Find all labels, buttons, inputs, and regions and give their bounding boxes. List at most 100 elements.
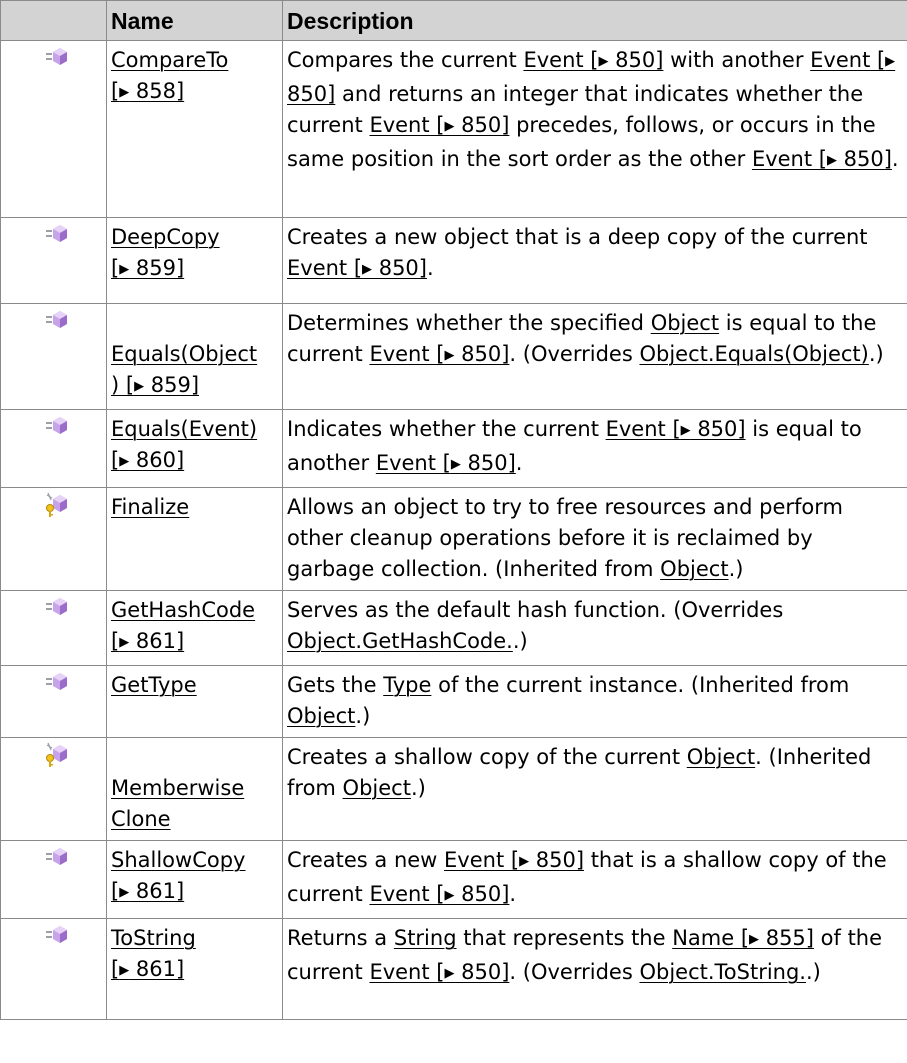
public-method-icon [46,48,67,65]
link-text: Event [ [810,48,886,72]
desc-text: . [515,451,523,475]
name-cell: Memberwise Clone [106,737,283,841]
table-row: Equals(Event) [▶ 860] Indicates whether t… [0,409,907,488]
table-row: GetHashCode [▶ 861] Serves as the default… [0,590,907,666]
page-arrow-icon: ▶ [119,635,130,650]
object-gethashcode-link[interactable]: Object.GetHashCode. [287,629,513,653]
name-link[interactable]: Name [▶ 855] [672,926,814,950]
table-row: Memberwise Clone Creates a shallow copy o… [0,737,907,841]
name-cell: GetType [106,665,283,738]
desc-text: Compares the current [287,48,524,72]
page-ref: 850] [454,882,510,906]
page-ref: 860] [129,448,185,472]
object-link[interactable]: Object [287,704,355,728]
member-link-compareto[interactable]: CompareTo [▶ 858] [111,48,228,103]
page-arrow-icon: ▶ [885,54,896,69]
member-link-equals-event[interactable]: Equals(Event) [▶ 860] [111,417,257,472]
page-ref: 850] [690,417,746,441]
event-link[interactable]: Event [▶ 850] [369,882,509,906]
event-link[interactable]: Event [▶ 850] [369,342,509,366]
member-link-gettype[interactable]: GetType [111,673,197,697]
object-link[interactable]: Object [651,311,719,335]
type-link[interactable]: Type [383,673,431,697]
protected-method-icon [45,742,68,768]
desc-text: Allows an object to try to free resource… [287,495,843,581]
desc-text: Determines whether the specified [287,311,651,335]
page-ref: 850] [460,451,516,475]
page-ref-open: [ [111,448,120,472]
icon-cell [0,918,107,1020]
public-method-icon [46,417,67,434]
event-link[interactable]: Event [▶ 850] [376,451,516,475]
table-row: ToString [▶ 861] Returns a String that re… [0,918,907,1020]
object-link[interactable]: Object [687,745,755,769]
object-equals-link[interactable]: Object.Equals(Object) [639,342,868,366]
icon-cell [0,217,107,304]
event-link[interactable]: Event [▶ 850] [369,113,509,137]
page-ref: 850] [372,256,427,280]
name-cell: Equals(Object) [▶ 859] [106,303,283,410]
member-link-gethashcode[interactable]: GetHashCode [▶ 861] [111,598,255,653]
desc-text: . (Overrides [509,960,640,984]
description-cell: Returns a String that represents the Nam… [282,918,907,1020]
member-link-shallowcopy[interactable]: ShallowCopy [▶ 861] [111,848,245,903]
description-cell: Compares the current Event [▶ 850] with … [282,40,907,218]
page-ref: 850] [454,113,510,137]
desc-text: .) [410,776,426,800]
page-arrow-icon: ▶ [519,854,530,869]
page-ref-open: [ [111,957,120,981]
description-cell: Creates a new Event [▶ 850] that is a sh… [282,840,907,919]
link-text: CompareTo [111,48,229,72]
link-text: Memberwise [111,776,245,800]
page-arrow-icon: ▶ [749,932,760,947]
string-link[interactable]: String [394,926,457,950]
name-cell: ShallowCopy [▶ 861] [106,840,283,919]
desc-text: Indicates whether the current [287,417,606,441]
member-link-deepcopy[interactable]: DeepCopy [▶ 859] [111,225,220,280]
page-arrow-icon: ▶ [119,963,130,978]
desc-text: . [509,882,517,906]
page-arrow-icon: ▶ [119,885,130,900]
event-link[interactable]: Event [▶ 850] [444,848,584,872]
desc-text: Creates a new [287,848,445,872]
desc-text: . (Overrides [509,342,640,366]
link-text: Event [ [369,342,445,366]
description-cell: Creates a new object that is a deep copy… [282,217,907,304]
event-link[interactable]: Event [▶ 850] [287,256,427,280]
desc-text: Creates a new object that is a deep copy… [287,225,868,249]
page-arrow-icon: ▶ [450,457,461,472]
description-cell: Creates a shallow copy of the current Ob… [282,737,907,841]
public-method-icon [46,311,67,328]
event-link[interactable]: Event [▶ 850] [523,48,663,72]
link-text: Equals(Event) [111,417,258,441]
page-arrow-icon: ▶ [119,454,130,469]
member-link-tostring[interactable]: ToString [▶ 861] [111,926,196,981]
page-ref: 850] [836,147,892,171]
event-link[interactable]: Event [▶ 850] [606,417,746,441]
header-row: Name Description [0,0,907,41]
page-ref: 861] [129,629,185,653]
member-link-equals-object[interactable]: Equals(Object) [▶ 859] [111,342,257,397]
page-ref-open: [ [111,879,120,903]
desc-text: of the current instance. (Inherited from [431,673,850,697]
object-link[interactable]: Object [343,776,411,800]
event-link[interactable]: Event [▶ 850] [369,960,509,984]
event-link[interactable]: Event [▶ 850] [752,147,892,171]
link-text: Event [ [751,147,827,171]
member-link-finalize[interactable]: Finalize [111,495,189,519]
protected-method-icon [45,492,68,518]
link-text: DeepCopy [111,225,220,249]
description-cell: Gets the Type of the current instance. (… [282,665,907,738]
member-link-memberwiseclone[interactable]: Memberwise Clone [111,776,244,831]
desc-text: . [891,147,899,171]
icon-cell [0,487,107,591]
link-text: Event [ [369,113,445,137]
object-tostring-link[interactable]: Object.ToString. [639,960,806,984]
page-arrow-icon: ▶ [444,888,455,903]
object-link[interactable]: Object [660,557,728,581]
page-arrow-icon: ▶ [826,153,837,168]
icon-cell [0,409,107,488]
link-text: ToString [111,926,196,950]
page-ref: 855] [759,926,814,950]
table-row: ShallowCopy [▶ 861] Creates a new Event [… [0,840,907,919]
